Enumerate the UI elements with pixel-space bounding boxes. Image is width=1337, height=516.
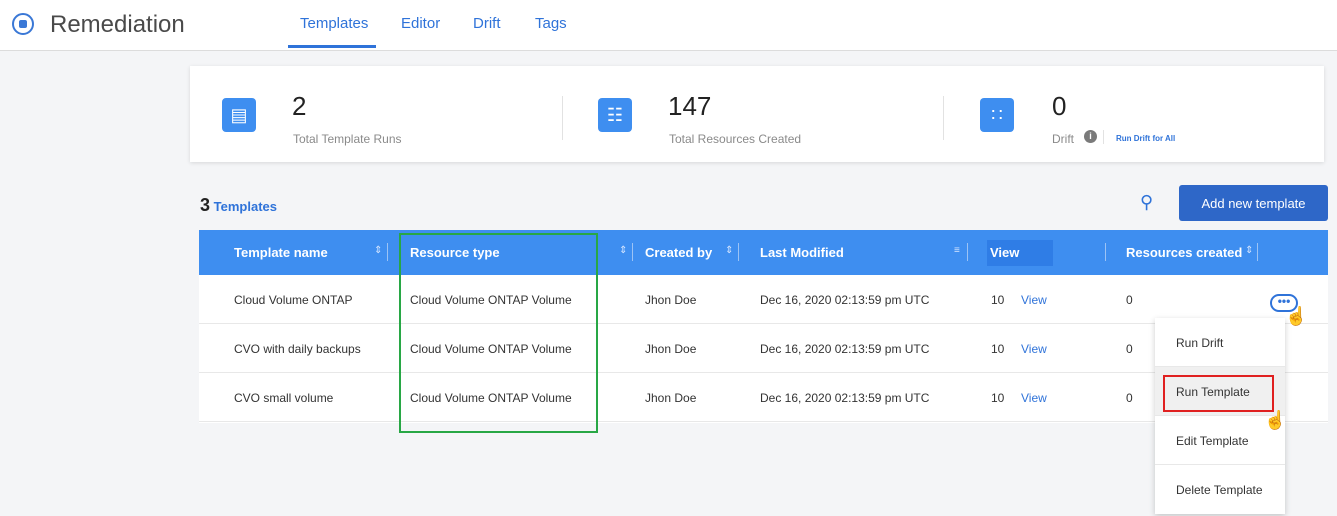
column-separator — [1257, 243, 1258, 261]
view-link[interactable]: View — [1021, 391, 1047, 405]
table-row[interactable]: Cloud Volume ONTAP Cloud Volume ONTAP Vo… — [199, 275, 1328, 324]
templates-count-number: 3 — [200, 195, 211, 215]
column-separator — [387, 243, 388, 261]
table-header: Template name ⇕ Resource type ⇕ Created … — [199, 230, 1328, 275]
resources-created: 0 — [1126, 391, 1133, 405]
last-modified: Dec 16, 2020 02:13:59 pm UTC — [760, 342, 930, 356]
column-separator — [738, 243, 739, 261]
drift-divider — [1103, 130, 1104, 144]
tab-editor[interactable]: Editor — [401, 15, 440, 32]
total-resources-label: Total Resources Created — [669, 132, 802, 146]
tab-tags[interactable]: Tags — [535, 15, 567, 32]
column-created-by[interactable]: Created by — [645, 245, 712, 260]
last-modified: Dec 16, 2020 02:13:59 pm UTC — [760, 293, 930, 307]
column-view[interactable]: View — [990, 245, 1019, 260]
view-count: 10 — [991, 342, 1005, 356]
created-by: Jhon Doe — [645, 293, 697, 307]
tab-drift[interactable]: Drift — [473, 15, 501, 32]
template-name: CVO small volume — [234, 391, 334, 405]
remediation-app-icon — [12, 13, 34, 35]
templates-count-label: Templates — [213, 199, 277, 214]
sort-icon[interactable]: ⇕ — [619, 245, 627, 256]
sort-icon[interactable]: ⇕ — [374, 245, 382, 256]
menu-item-label: Edit Template — [1176, 434, 1249, 448]
total-runs-value: 2 — [292, 91, 307, 121]
top-bar: Remediation Templates Editor Drift Tags — [0, 0, 1337, 51]
resources-created: 0 — [1126, 293, 1133, 307]
add-new-template-button[interactable]: Add new template — [1179, 185, 1328, 221]
templates-count: 3 Templates — [200, 195, 277, 216]
view-link[interactable]: View — [1021, 342, 1047, 356]
run-drift-for-all-link[interactable]: Run Drift for All — [1116, 134, 1175, 143]
menu-item-delete-template[interactable]: Delete Template — [1155, 465, 1285, 513]
column-resources-created[interactable]: Resources created — [1126, 245, 1242, 260]
column-template-name[interactable]: Template name — [234, 245, 328, 260]
nodes-icon: ∷ — [980, 98, 1014, 132]
hierarchy-icon: ☷ — [598, 98, 632, 132]
resource-type-highlight — [399, 233, 598, 433]
info-icon[interactable]: i — [1084, 130, 1097, 143]
menu-item-run-drift[interactable]: Run Drift — [1155, 318, 1285, 367]
app-title: Remediation — [50, 11, 185, 38]
view-link[interactable]: View — [1021, 293, 1047, 307]
column-separator — [632, 243, 633, 261]
drift-label: Drift — [1052, 132, 1074, 146]
search-icon[interactable]: ⚲ — [1140, 192, 1158, 212]
template-name: Cloud Volume ONTAP — [234, 293, 353, 307]
created-by: Jhon Doe — [645, 391, 697, 405]
created-by: Jhon Doe — [645, 342, 697, 356]
hand-cursor-icon: ☝ — [1285, 306, 1308, 326]
sort-icon[interactable]: ⇕ — [1245, 245, 1253, 256]
stat-divider — [562, 96, 563, 140]
total-resources-value: 147 — [668, 91, 712, 121]
resources-created: 0 — [1126, 342, 1133, 356]
total-runs-label: Total Template Runs — [293, 132, 402, 146]
column-last-modified[interactable]: Last Modified — [760, 245, 844, 260]
menu-item-label: Run Drift — [1176, 336, 1224, 350]
stats-panel: ▤ 2 Total Template Runs ☷ 147 Total Reso… — [190, 66, 1324, 162]
stat-divider — [943, 96, 944, 140]
drift-value: 0 — [1052, 91, 1067, 121]
view-count: 10 — [991, 391, 1005, 405]
tab-templates[interactable]: Templates — [300, 15, 368, 32]
menu-item-label: Delete Template — [1176, 483, 1263, 497]
active-tab-indicator — [288, 45, 376, 48]
view-count: 10 — [991, 293, 1005, 307]
last-modified: Dec 16, 2020 02:13:59 pm UTC — [760, 391, 930, 405]
filter-icon[interactable]: ≡ — [954, 245, 960, 256]
column-separator — [967, 243, 968, 261]
sort-icon[interactable]: ⇕ — [725, 245, 733, 256]
template-name: CVO with daily backups — [234, 342, 361, 356]
hand-cursor-icon: ☝ — [1264, 410, 1287, 430]
run-template-highlight — [1163, 375, 1274, 412]
document-icon: ▤ — [222, 98, 256, 132]
column-separator — [1105, 243, 1106, 261]
